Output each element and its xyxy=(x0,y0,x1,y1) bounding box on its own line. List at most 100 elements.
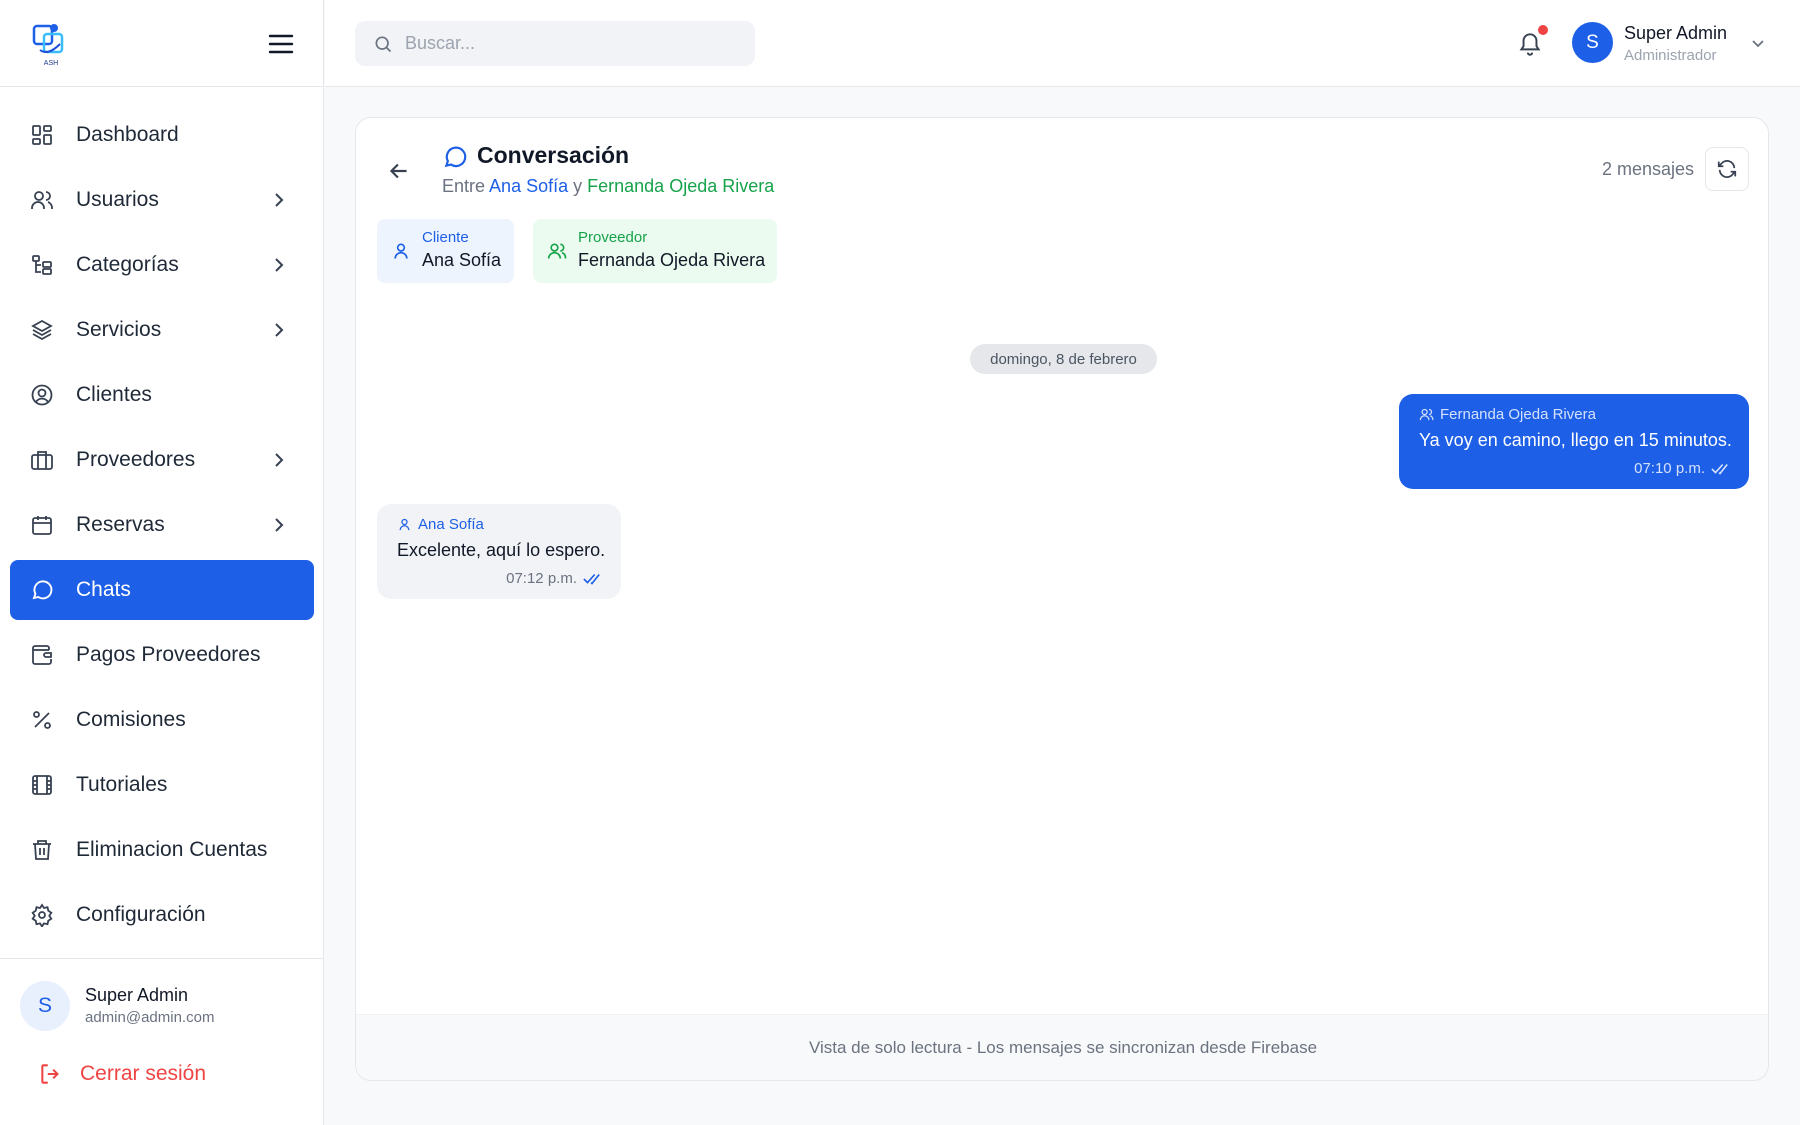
sidebar-item-label: Eliminacion Cuentas xyxy=(76,838,268,861)
sidebar-item-label: Dashboard xyxy=(76,123,179,146)
message-sender-name: Fernanda Ojeda Rivera xyxy=(1440,406,1596,423)
sidebar-item-reservas[interactable]: Reservas xyxy=(10,495,314,555)
refresh-icon xyxy=(1717,160,1737,178)
subtitle-prefix: Entre xyxy=(442,176,486,196)
folder-tree-icon xyxy=(30,253,54,277)
conversation-subtitle: Entre Ana Sofía y Fernanda Ojeda Rivera xyxy=(442,176,774,197)
message-sender-name: Ana Sofía xyxy=(418,516,484,533)
search-input[interactable] xyxy=(405,33,725,54)
sidebar-item-label: Servicios xyxy=(76,318,162,341)
notification-badge xyxy=(1538,25,1548,35)
grid-icon xyxy=(30,123,54,147)
avatar: S xyxy=(20,981,70,1031)
topbar: S Super Admin Administrador xyxy=(325,0,1800,87)
briefcase-icon xyxy=(30,448,54,472)
chevron-down-icon xyxy=(1752,40,1764,48)
layers-icon xyxy=(30,318,54,342)
message-sender: Fernanda Ojeda Rivera xyxy=(1419,406,1596,423)
subtitle-joiner: y xyxy=(573,176,583,196)
sidebar-header: ASH xyxy=(0,0,323,87)
sidebar-item-tutoriales[interactable]: Tutoriales xyxy=(10,755,314,815)
bell-icon[interactable] xyxy=(1517,30,1543,58)
wallet-icon xyxy=(30,643,54,667)
chevron-right-icon xyxy=(275,323,284,337)
percent-icon xyxy=(30,708,54,732)
user-menu[interactable]: S Super Admin Administrador xyxy=(1572,22,1772,66)
sidebar-item-chats[interactable]: Chats xyxy=(10,560,314,620)
logout-icon xyxy=(41,1064,59,1084)
sidebar-item-label: Tutoriales xyxy=(76,773,168,796)
message-text: Ya voy en camino, llego en 15 minutos. xyxy=(1419,430,1732,450)
sidebar-nav: Dashboard Usuarios Categorías Servicios … xyxy=(10,105,314,950)
user-icon xyxy=(399,518,410,531)
user-email: admin@admin.com xyxy=(85,1009,215,1026)
users-icon xyxy=(1419,408,1434,421)
double-check-icon xyxy=(583,573,600,585)
logout-button[interactable]: Cerrar sesión xyxy=(38,1061,206,1087)
chevron-right-icon xyxy=(275,453,284,467)
user-name: Super Admin xyxy=(1624,23,1728,43)
sidebar-item-label: Categorías xyxy=(76,253,179,276)
chevron-right-icon xyxy=(275,258,284,272)
film-icon xyxy=(30,773,54,797)
menu-toggle-icon[interactable] xyxy=(268,33,294,55)
sidebar-item-servicios[interactable]: Servicios xyxy=(10,300,314,360)
sidebar-item-label: Configuración xyxy=(76,903,206,926)
user-role: Administrador xyxy=(1624,47,1717,64)
user-icon xyxy=(394,243,408,259)
sidebar-item-label: Reservas xyxy=(76,513,165,536)
sidebar-item-pagos-proveedores[interactable]: Pagos Proveedores xyxy=(10,625,314,685)
message-timestamp: 07:10 p.m. xyxy=(1634,460,1705,477)
avatar: S xyxy=(1572,22,1613,63)
chevron-right-icon xyxy=(275,518,284,532)
svg-text:ASH: ASH xyxy=(44,60,58,67)
sidebar-item-comisiones[interactable]: Comisiones xyxy=(10,690,314,750)
message-time: 07:12 p.m. xyxy=(506,570,601,587)
search-box[interactable] xyxy=(355,21,755,66)
sidebar-item-dashboard[interactable]: Dashboard xyxy=(10,105,314,165)
conversation-card: Conversación Entre Ana Sofía y Fernanda … xyxy=(355,117,1769,1081)
sidebar-item-proveedores[interactable]: Proveedores xyxy=(10,430,314,490)
sidebar-item-label: Usuarios xyxy=(76,188,159,211)
double-check-icon xyxy=(1711,463,1728,475)
client-chip: Cliente Ana Sofía xyxy=(377,219,514,283)
message-count: 2 mensajes xyxy=(1601,159,1694,179)
sidebar-item-label: Clientes xyxy=(76,383,152,406)
message-text: Excelente, aquí lo espero. xyxy=(397,540,606,560)
sidebar-item-configuracion[interactable]: Configuración xyxy=(10,885,314,945)
sidebar-item-label: Proveedores xyxy=(76,448,196,471)
message-timestamp: 07:12 p.m. xyxy=(506,570,577,587)
date-separator: domingo, 8 de febrero xyxy=(970,344,1157,374)
sidebar-item-usuarios[interactable]: Usuarios xyxy=(10,170,314,230)
app-logo[interactable]: ASH xyxy=(30,20,72,68)
search-icon xyxy=(375,36,392,52)
message-circle-icon xyxy=(30,578,54,602)
subtitle-provider-name: Fernanda Ojeda Rivera xyxy=(587,176,775,196)
subtitle-client-name: Ana Sofía xyxy=(489,176,569,196)
client-chip-value: Ana Sofía xyxy=(422,250,502,270)
message-bubble-incoming: Ana Sofía Excelente, aquí lo espero. 07:… xyxy=(377,504,621,599)
provider-chip: Proveedor Fernanda Ojeda Rivera xyxy=(533,219,777,283)
sidebar-item-clientes[interactable]: Clientes xyxy=(10,365,314,425)
refresh-button[interactable] xyxy=(1705,147,1749,191)
settings-icon xyxy=(30,903,54,927)
sidebar-item-categorias[interactable]: Categorías xyxy=(10,235,314,295)
user-circle-icon xyxy=(30,383,54,407)
sidebar-item-label: Comisiones xyxy=(76,708,186,731)
sidebar-item-eliminacion-cuentas[interactable]: Eliminacion Cuentas xyxy=(10,820,314,880)
message-sender: Ana Sofía xyxy=(397,516,484,533)
provider-chip-label: Proveedor xyxy=(578,229,648,246)
sidebar-footer: S Super Admin admin@admin.com Cerrar ses… xyxy=(0,958,324,1125)
users-icon xyxy=(547,243,567,259)
users-icon xyxy=(30,188,54,212)
client-chip-label: Cliente xyxy=(422,229,469,246)
back-arrow-icon[interactable] xyxy=(386,158,412,184)
message-time: 07:10 p.m. xyxy=(1634,460,1729,477)
sidebar-item-label: Chats xyxy=(76,578,131,601)
calendar-icon xyxy=(30,513,54,537)
page-title: Conversación xyxy=(477,142,630,168)
user-name: Super Admin xyxy=(85,985,189,1005)
message-circle-icon xyxy=(444,146,467,168)
sidebar-item-label: Pagos Proveedores xyxy=(76,643,261,666)
logout-label: Cerrar sesión xyxy=(80,1062,207,1085)
